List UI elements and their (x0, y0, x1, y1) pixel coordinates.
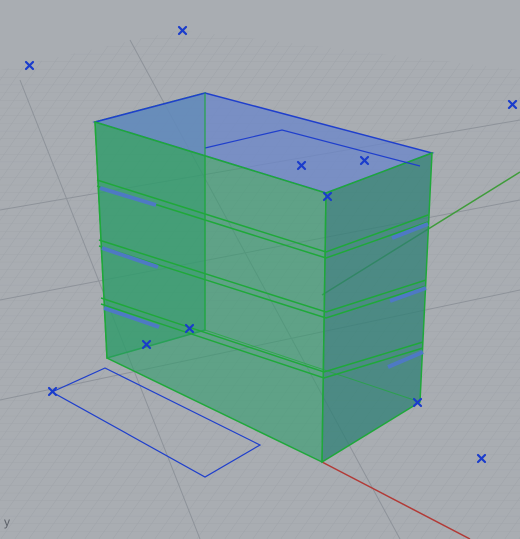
axis-label-y: y (4, 515, 10, 529)
perspective-viewport[interactable]: y (0, 0, 520, 539)
viewport-canvas[interactable] (0, 0, 520, 539)
